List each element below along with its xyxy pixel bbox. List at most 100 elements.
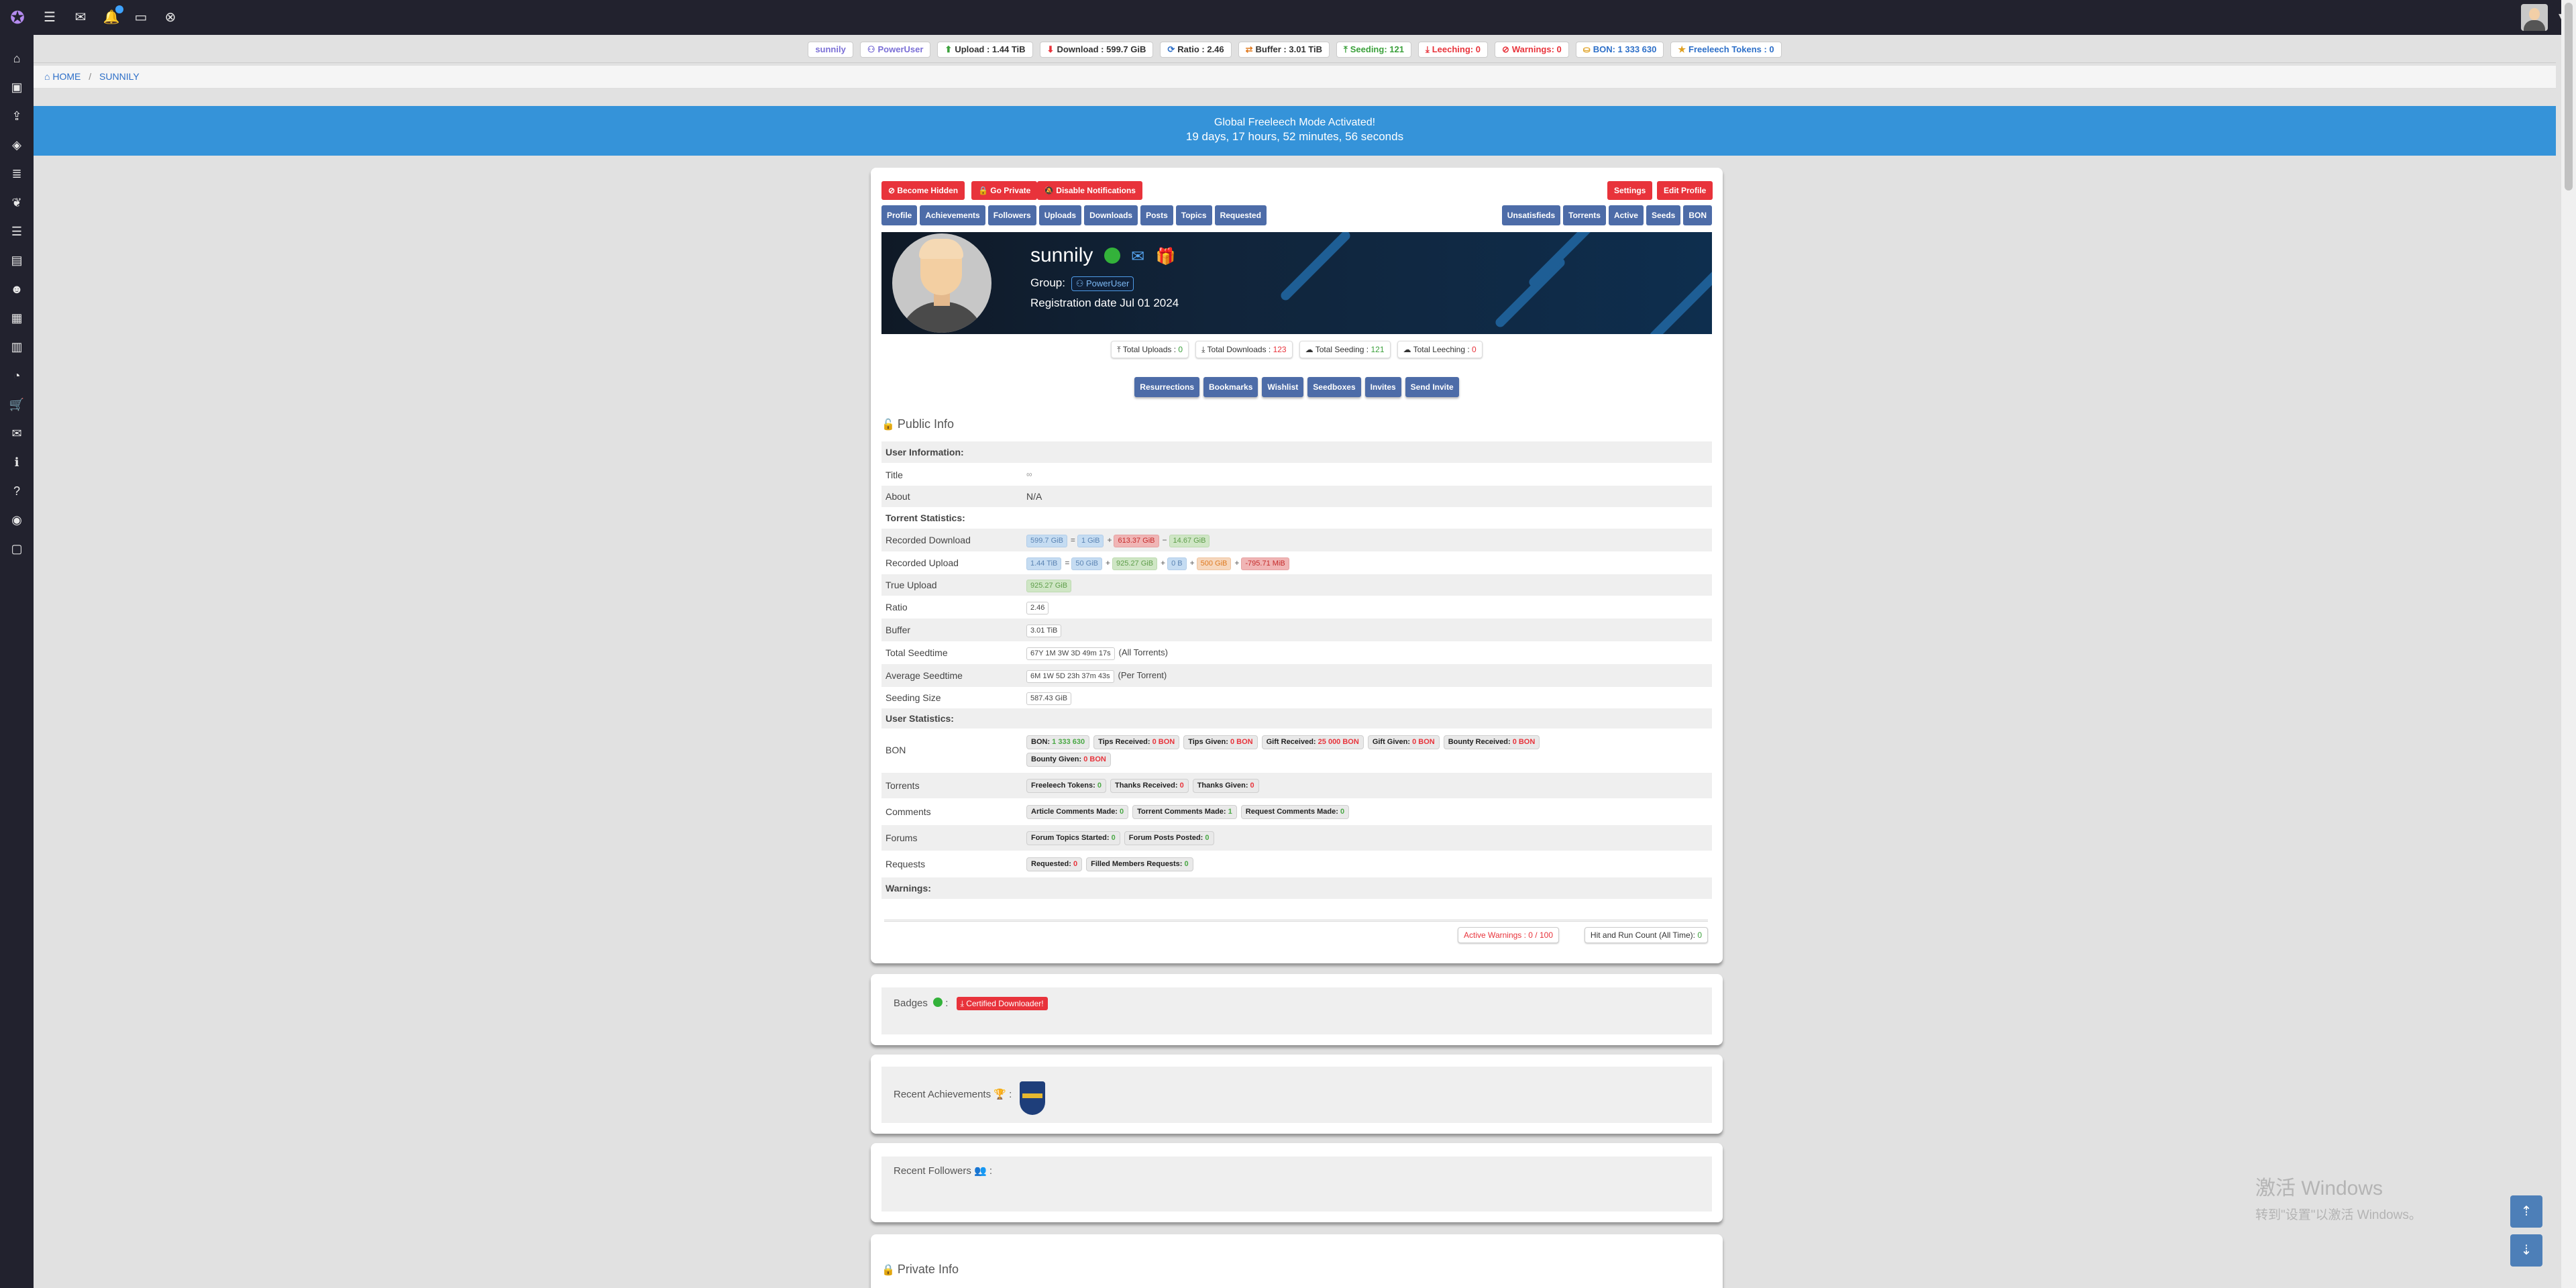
ratio-bar-leeching[interactable]: ⤓ Leeching: 0 [1417,42,1488,58]
scroll-bottom-button[interactable]: ⇣ [2510,1234,2542,1267]
operator: + [1107,535,1112,545]
ratio-bar-username[interactable]: sunnily [808,42,853,58]
user-icon: ⚇ [867,44,875,54]
scrollbar-thumb[interactable] [2565,3,2573,191]
total-seeding[interactable]: ☁ Total Seeding : 121 [1299,341,1391,358]
card-icon[interactable]: ▭ [131,8,150,27]
ratio-bar-seeding[interactable]: ⤒ Seeding: 121 [1336,42,1411,58]
gift-icon[interactable]: 🎁 [1156,247,1176,266]
tab-active[interactable]: Active [1608,205,1644,225]
go-private-button[interactable]: 🔒 Go Private [971,181,1038,200]
extra-resurrections-button[interactable]: Resurrections [1134,377,1199,397]
tab-requested[interactable]: Requested [1214,205,1267,225]
ratio-bar-warnings[interactable]: ⊘ Warnings: 0 [1494,42,1569,58]
ratio-bar-ratio[interactable]: ⟳ Ratio : 2.46 [1160,42,1232,58]
tab-achievements[interactable]: Achievements [920,205,985,225]
chat-icon[interactable]: ✉ [7,423,27,443]
group-badge[interactable]: ⚇ PowerUser [1071,276,1134,291]
images-icon[interactable]: ▦ [7,308,27,328]
active-warnings-chip[interactable]: Active Warnings : 0 / 100 [1458,927,1559,943]
tab-uploads[interactable]: Uploads [1038,205,1082,225]
stat-pill-label: Requested: [1031,860,1073,868]
arrow-up-icon: ⇡ [2520,1204,2532,1219]
home-icon[interactable]: ⌂ [44,71,50,82]
torrents-items: Freeleech Tokens: 0 Thanks Received: 0 Tha… [1026,779,1263,793]
briefcase-icon[interactable]: ▣ [7,77,27,97]
extra-wishlist-button[interactable]: Wishlist [1262,377,1304,397]
help-icon[interactable]: ? [7,481,27,501]
tab-profile[interactable]: Profile [881,205,918,225]
breadcrumb-home[interactable]: HOME [52,71,80,82]
ratio-bar-bon[interactable]: ⛀ BON: 1 333 630 [1575,42,1664,58]
bon-items: BON: 1 333 630 Tips Received: 0 BON Tips G… [1026,735,1544,749]
tab-torrents[interactable]: Torrents [1563,205,1606,225]
settings-button[interactable]: Settings [1607,181,1653,200]
ratio-bar-group[interactable]: ⚇ PowerUser [859,42,931,58]
warnings-divider [884,919,1708,922]
ratio-bar-tokens[interactable]: ★ Freeleech Tokens : 0 [1670,42,1782,58]
ratio-bar-upload[interactable]: ⬆ Upload : 1.44 TiB [937,42,1033,58]
public-info-title: 🔓 Public Info [881,417,954,431]
pie-chart-icon[interactable]: ◔ [7,366,27,386]
comment-icon[interactable]: ▢ [7,539,27,559]
id-card-icon[interactable]: ▤ [7,250,27,270]
cart-icon[interactable]: 🛒 [7,394,27,415]
tab-topics[interactable]: Topics [1175,205,1212,225]
tab-downloads[interactable]: Downloads [1084,205,1138,225]
list-icon[interactable]: ☰ [7,221,27,241]
rss-icon[interactable]: ◉ [7,510,27,530]
chart-icon[interactable]: ▥ [7,337,27,357]
watermark-line1: 激活 Windows [2255,1177,2383,1199]
total-downloads[interactable]: ⤓ Total Downloads : 123 [1195,341,1293,358]
total-seeding-label: Total Seeding : [1315,345,1371,354]
tab-seeds[interactable]: Seeds [1646,205,1681,225]
breadcrumb-current[interactable]: SUNNILY [99,71,140,82]
achievement-shield-icon[interactable] [1020,1081,1045,1115]
arrow-down-icon: ⇣ [2520,1243,2532,1258]
mask-icon[interactable]: ☻ [7,279,27,299]
followers-title-text: Recent Followers [894,1165,971,1177]
lock-icon: 🔓 [881,419,895,431]
mail-icon[interactable]: ✉ [71,8,90,27]
info-icon[interactable]: ℹ [7,452,27,472]
leaf-icon[interactable]: ❦ [7,193,27,213]
upload-icon[interactable]: ⇪ [7,106,27,126]
site-logo-icon[interactable]: ✪ [7,7,28,28]
edit-profile-button[interactable]: Edit Profile [1657,181,1713,200]
extra-bookmarks-button[interactable]: Bookmarks [1203,377,1258,397]
layers-icon[interactable]: ◈ [7,135,27,155]
stat-pill: Tips Given: 0 BON [1183,735,1258,749]
page-scrollbar[interactable] [2561,0,2576,1288]
ratio-bar-buffer[interactable]: ⇄ Buffer : 3.01 TiB [1238,42,1330,58]
disable-notifications-button[interactable]: 🔕 Disable Notifications [1037,181,1142,200]
database-icon[interactable]: ≣ [7,164,27,184]
info-row-seedtime: Total Seedtime 67Y 1M 3W 3D 49m 17s (All … [881,641,1712,664]
scroll-top-button[interactable]: ⇡ [2510,1195,2542,1228]
total-leeching[interactable]: ☁ Total Leeching : 0 [1397,341,1483,358]
envelope-icon[interactable]: ✉ [1131,247,1144,266]
home-icon[interactable]: ⌂ [7,48,27,68]
bell-icon[interactable]: 🔔 [102,5,123,27]
menu-icon[interactable]: ☰ [40,8,59,27]
tab-posts[interactable]: Posts [1140,205,1173,225]
tab-followers[interactable]: Followers [987,205,1036,225]
become-hidden-button[interactable]: ⊘ Become Hidden [881,181,965,200]
ratio-bar-download[interactable]: ⬇ Download : 599.7 GiB [1039,42,1154,58]
title-label: Title [885,470,903,480]
recorded-download-value: 599.7 GiB = 1 GiB +613.37 GiB −14.67 GiB [1026,534,1211,547]
operator: + [1189,558,1195,568]
close-circle-icon[interactable]: ⊗ [161,8,180,27]
profile-username: sunnily ✉ 🎁 [1030,244,1175,267]
chip: 1.44 TiB [1026,557,1062,570]
user-avatar[interactable] [2521,4,2548,31]
tab-bon[interactable]: BON [1683,205,1712,225]
tab-unsatisfieds[interactable]: Unsatisfieds [1501,205,1561,225]
star-icon: ★ [1678,44,1686,54]
hit-run-chip[interactable]: Hit and Run Count (All Time): 0 [1584,927,1708,943]
certified-downloader-badge[interactable]: ⤓ Certified Downloader! [956,997,1048,1010]
total-uploads[interactable]: ⤒ Total Uploads : 0 [1111,341,1189,358]
extra-invites-button[interactable]: Invites [1364,377,1401,397]
ratio-value: 2.46 [1026,602,1049,614]
extra-seedboxes-button[interactable]: Seedboxes [1307,377,1361,397]
extra-send-invite-button[interactable]: Send Invite [1405,377,1459,397]
